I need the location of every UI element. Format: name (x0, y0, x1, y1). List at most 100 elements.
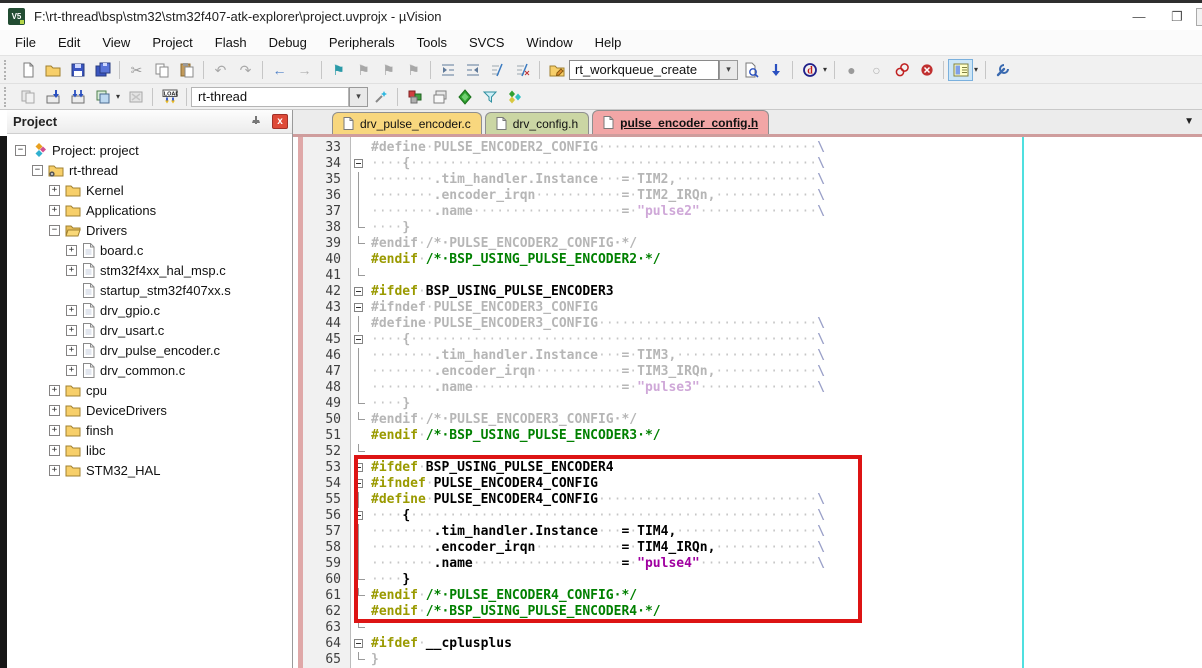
collapse-icon[interactable]: − (49, 225, 60, 236)
tree-item-drv-usart-c[interactable]: +drv_usart.c (7, 320, 292, 340)
tree-item-startup-stm32f407xx-s[interactable]: startup_stm32f407xx.s (7, 280, 292, 300)
menu-item-flash[interactable]: Flash (204, 32, 258, 53)
dropdown-arrow-icon[interactable]: ▾ (823, 65, 827, 74)
expand-icon[interactable]: + (66, 265, 77, 276)
pin-icon[interactable] (249, 115, 263, 129)
menu-item-window[interactable]: Window (515, 32, 583, 53)
select-folders-icon[interactable] (452, 86, 477, 108)
tab-drv-pulse-encoder-c[interactable]: drv_pulse_encoder.c (332, 112, 482, 134)
paste-icon[interactable] (174, 59, 199, 81)
tab-overflow-icon[interactable]: ▼ (1184, 116, 1194, 127)
menu-item-help[interactable]: Help (584, 32, 633, 53)
quick-help-icon[interactable]: d (797, 59, 822, 81)
fold-collapse-icon[interactable] (354, 335, 363, 344)
batch-build-icon[interactable] (90, 86, 115, 108)
copy-icon[interactable] (149, 59, 174, 81)
target-options-icon[interactable] (368, 86, 393, 108)
bookmark-prev-icon[interactable]: ⚑ (351, 59, 376, 81)
redo-icon[interactable]: ↷ (233, 59, 258, 81)
bookmark-toggle-icon[interactable]: ⚑ (326, 59, 351, 81)
tree-item-kernel[interactable]: +Kernel (7, 180, 292, 200)
navigate-back-icon[interactable]: ← (267, 59, 292, 81)
manage-books-icon[interactable] (502, 86, 527, 108)
find-icon[interactable] (738, 59, 763, 81)
close-panel-button[interactable]: x (272, 114, 288, 129)
tree-item-rt-thread[interactable]: −rt-thread (7, 160, 292, 180)
menu-item-tools[interactable]: Tools (406, 32, 458, 53)
menu-item-peripherals[interactable]: Peripherals (318, 32, 406, 53)
stop-build-icon[interactable] (123, 86, 148, 108)
breakpoints-enable-icon[interactable] (889, 59, 914, 81)
minimize-button[interactable]: — (1120, 5, 1158, 29)
toolbar-gripper[interactable] (4, 60, 10, 80)
search-input[interactable] (569, 60, 719, 80)
collapse-icon[interactable]: − (15, 145, 26, 156)
dropdown-button[interactable]: ▾ (349, 87, 368, 107)
build-icon[interactable] (40, 86, 65, 108)
comment-icon[interactable] (485, 59, 510, 81)
uncomment-icon[interactable] (510, 59, 535, 81)
menu-item-edit[interactable]: Edit (47, 32, 91, 53)
expand-icon[interactable]: + (66, 305, 77, 316)
bookmark-clear-icon[interactable]: ⚑ (401, 59, 426, 81)
expand-icon[interactable]: + (66, 245, 77, 256)
collapse-icon[interactable]: − (32, 165, 43, 176)
save-icon[interactable] (65, 59, 90, 81)
save-all-icon[interactable] (90, 59, 115, 81)
tree-item-drivers[interactable]: −Drivers (7, 220, 292, 240)
tab-drv-config-h[interactable]: drv_config.h (485, 112, 589, 134)
menu-item-project[interactable]: Project (141, 32, 203, 53)
expand-icon[interactable]: + (49, 405, 60, 416)
breakpoint-hollow-icon[interactable]: ○ (864, 59, 889, 81)
tree-item-drv-gpio-c[interactable]: +drv_gpio.c (7, 300, 292, 320)
tree-item-drv-pulse-encoder-c[interactable]: +drv_pulse_encoder.c (7, 340, 292, 360)
breakpoints-kill-icon[interactable] (914, 59, 939, 81)
undo-icon[interactable]: ↶ (208, 59, 233, 81)
expand-icon[interactable]: + (49, 185, 60, 196)
expand-icon[interactable]: + (49, 445, 60, 456)
toolbar-gripper[interactable] (4, 87, 10, 107)
tree-item-board-c[interactable]: +board.c (7, 240, 292, 260)
expand-icon[interactable]: + (49, 385, 60, 396)
window-layout-icon[interactable] (948, 59, 973, 81)
tree-item-project-project[interactable]: −Project: project (7, 140, 292, 160)
file-extensions-icon[interactable] (427, 86, 452, 108)
fold-collapse-icon[interactable] (354, 303, 363, 312)
tree-item-devicedrivers[interactable]: +DeviceDrivers (7, 400, 292, 420)
menu-item-svcs[interactable]: SVCS (458, 32, 515, 53)
bookmark-next-icon[interactable]: ⚑ (376, 59, 401, 81)
expand-icon[interactable]: + (66, 345, 77, 356)
menu-item-file[interactable]: File (4, 32, 47, 53)
open-file-icon[interactable] (40, 59, 65, 81)
breakpoint-icon[interactable]: ● (839, 59, 864, 81)
outdent-icon[interactable] (460, 59, 485, 81)
translate-icon[interactable] (15, 86, 40, 108)
incremental-find-icon[interactable] (763, 59, 788, 81)
fold-collapse-icon[interactable] (354, 639, 363, 648)
tree-item-stm32-hal[interactable]: +STM32_HAL (7, 460, 292, 480)
tree-item-cpu[interactable]: +cpu (7, 380, 292, 400)
expand-icon[interactable]: + (66, 365, 77, 376)
download-icon[interactable]: LOAD (157, 86, 182, 108)
tree-item-applications[interactable]: +Applications (7, 200, 292, 220)
navigate-forward-icon[interactable]: → (292, 59, 317, 81)
cut-icon[interactable]: ✂ (124, 59, 149, 81)
indent-icon[interactable] (435, 59, 460, 81)
maximize-button[interactable]: ❐ (1158, 5, 1196, 29)
close-button-partial[interactable] (1196, 8, 1202, 26)
target-select[interactable]: rt-thread (191, 87, 349, 107)
tree-item-drv-common-c[interactable]: +drv_common.c (7, 360, 292, 380)
manage-components-icon[interactable] (402, 86, 427, 108)
menu-item-debug[interactable]: Debug (258, 32, 318, 53)
fold-collapse-icon[interactable] (354, 287, 363, 296)
tree-item-libc[interactable]: +libc (7, 440, 292, 460)
rebuild-icon[interactable] (65, 86, 90, 108)
dropdown-button[interactable]: ▾ (719, 60, 738, 80)
tree-item-finsh[interactable]: +finsh (7, 420, 292, 440)
expand-icon[interactable]: + (66, 325, 77, 336)
expand-icon[interactable]: + (49, 465, 60, 476)
menu-item-view[interactable]: View (91, 32, 141, 53)
find-in-files-icon[interactable] (544, 59, 569, 81)
fold-collapse-icon[interactable] (354, 159, 363, 168)
expand-icon[interactable]: + (49, 425, 60, 436)
